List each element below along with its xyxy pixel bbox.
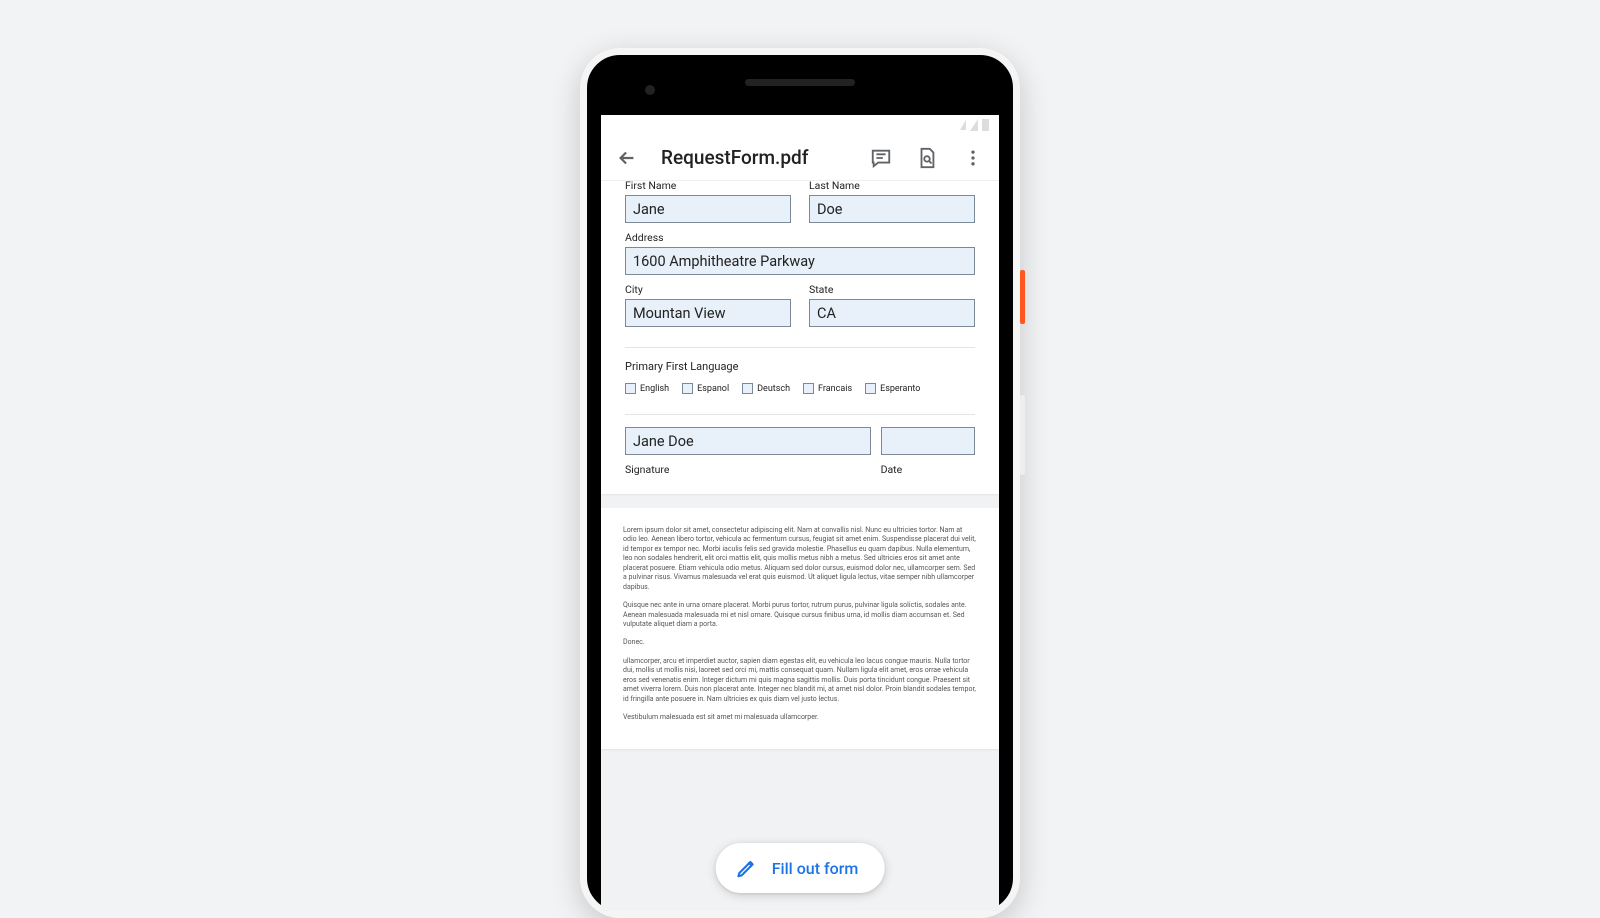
phone-screen: RequestForm.pdf First Name Jane (601, 115, 999, 911)
section-divider (625, 347, 975, 348)
last-name-label: Last Name (809, 181, 975, 192)
status-bar (601, 115, 999, 135)
date-label: Date (881, 463, 975, 476)
fill-out-form-button[interactable]: Fill out form (716, 843, 885, 893)
phone-frame: RequestForm.pdf First Name Jane (580, 48, 1020, 918)
comments-button[interactable] (869, 146, 893, 170)
body-paragraph: Vestibulum malesuada est sit amet mi mal… (623, 713, 977, 722)
phone-volume-button (1020, 395, 1025, 475)
state-input[interactable]: CA (809, 299, 975, 327)
checkbox-francais[interactable]: Francais (803, 383, 852, 394)
state-label: State (809, 283, 975, 296)
language-section-label: Primary First Language (625, 360, 975, 373)
section-divider (625, 414, 975, 415)
checkbox-deutsch[interactable]: Deutsch (742, 383, 790, 394)
last-name-input[interactable]: Doe (809, 195, 975, 223)
checkbox-icon (865, 383, 876, 394)
checkbox-label: English (640, 384, 669, 394)
checkbox-icon (803, 383, 814, 394)
phone-speaker (745, 79, 855, 86)
cellular-icon (970, 119, 978, 131)
city-input[interactable]: Mountan View (625, 299, 791, 327)
body-paragraph: Donec. (623, 638, 977, 647)
body-paragraph: Lorem ipsum dolor sit amet, consectetur … (623, 526, 977, 592)
checkbox-icon (682, 383, 693, 394)
city-label: City (625, 283, 791, 296)
pdf-page-1: First Name Jane Last Name Doe Address 16… (601, 181, 999, 494)
document-title: RequestForm.pdf (661, 146, 808, 169)
body-paragraph: ullamcorper, arcu et imperdiet auctor, s… (623, 657, 977, 704)
more-button[interactable] (961, 146, 985, 170)
pdf-page-2: Lorem ipsum dolor sit amet, consectetur … (601, 508, 999, 749)
find-in-page-button[interactable] (915, 146, 939, 170)
arrow-left-icon (616, 147, 638, 169)
checkbox-label: Esperanto (880, 384, 920, 394)
signature-label: Signature (625, 463, 871, 476)
comment-icon (870, 147, 892, 169)
checkbox-english[interactable]: English (625, 383, 669, 394)
checkbox-label: Deutsch (757, 384, 790, 394)
checkbox-label: Francais (818, 384, 852, 394)
more-vert-icon (963, 148, 983, 168)
checkbox-label: Espanol (697, 384, 729, 394)
pencil-icon (736, 857, 758, 879)
date-input[interactable] (881, 427, 975, 455)
phone-power-button (1020, 270, 1025, 324)
address-input[interactable]: 1600 Amphitheatre Parkway (625, 247, 975, 275)
language-options: English Espanol Deutsch Francais Esperan… (625, 383, 975, 394)
first-name-label: First Name (625, 181, 791, 192)
checkbox-espanol[interactable]: Espanol (682, 383, 729, 394)
address-label: Address (625, 231, 975, 244)
phone-camera (645, 85, 655, 95)
back-button[interactable] (615, 146, 639, 170)
battery-icon (982, 119, 989, 131)
find-in-page-icon (916, 147, 938, 169)
checkbox-esperanto[interactable]: Esperanto (865, 383, 920, 394)
checkbox-icon (625, 383, 636, 394)
wifi-icon (960, 120, 966, 130)
app-bar: RequestForm.pdf (601, 135, 999, 181)
signature-input[interactable]: Jane Doe (625, 427, 871, 455)
checkbox-icon (742, 383, 753, 394)
first-name-input[interactable]: Jane (625, 195, 791, 223)
document-viewport[interactable]: First Name Jane Last Name Doe Address 16… (601, 181, 999, 911)
fab-label: Fill out form (772, 859, 859, 878)
body-paragraph: Quisque nec ante in urna ornare placerat… (623, 601, 977, 629)
